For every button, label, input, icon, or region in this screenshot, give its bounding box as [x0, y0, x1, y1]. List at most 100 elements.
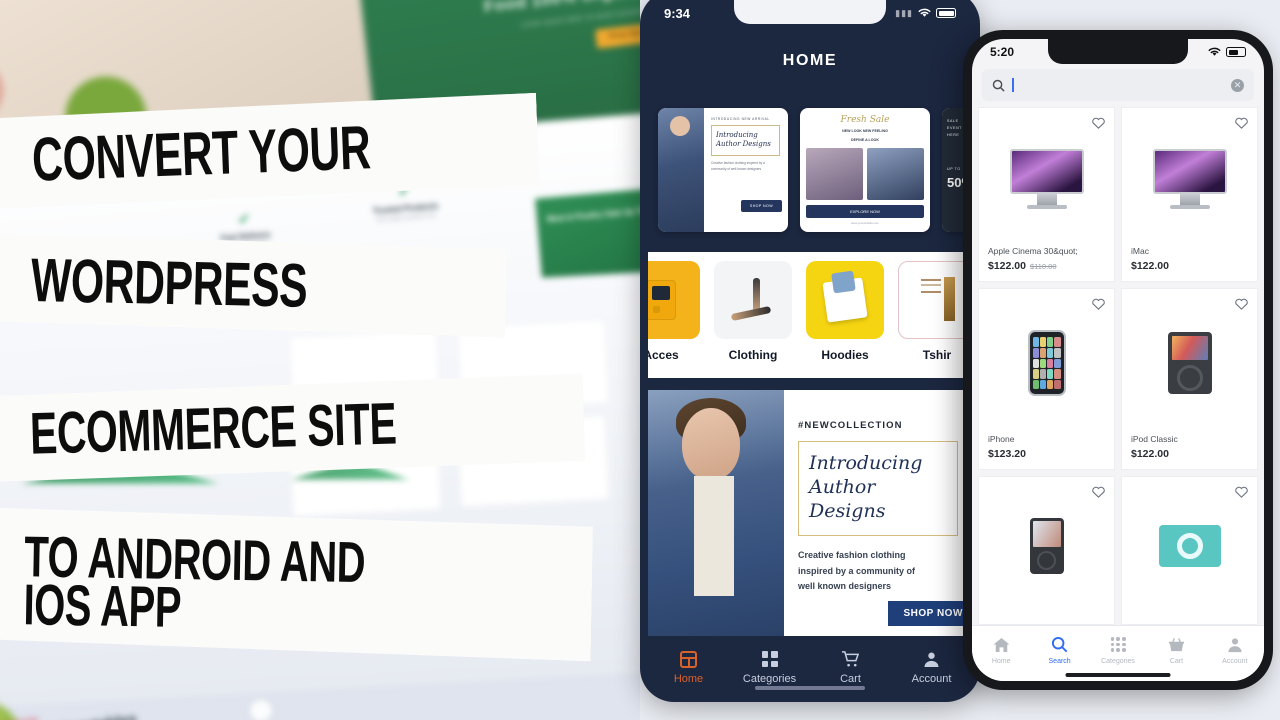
search-input[interactable]	[1020, 79, 1224, 91]
banner-body-line1: Creative fashion clothing	[798, 550, 906, 561]
nav-label: Categories	[1101, 657, 1135, 665]
tshirt-icon	[898, 261, 972, 339]
nav-label: Search	[1048, 657, 1071, 665]
heart-icon[interactable]	[1234, 115, 1249, 130]
product-card[interactable]: Apple Cinema 30&quot; $122.00 $110.00	[978, 107, 1115, 283]
heart-icon[interactable]	[1234, 296, 1249, 311]
price-current: $122.00	[988, 260, 1026, 273]
product-price: $122.00	[1131, 448, 1248, 460]
promo-card[interactable]: Fresh Sale NEW LOOK NEW FEELING DEFINE A…	[800, 108, 930, 232]
category-label: Acces	[648, 348, 679, 362]
nav-label: Cart	[1169, 657, 1184, 665]
headline-band-4: TO ANDROID AND IOS APP	[0, 503, 593, 662]
promo-shop-button[interactable]: SHOP NOW	[740, 200, 782, 212]
promo-carousel[interactable]: INTRODUCING NEW ARRIVAL Introducing Auth…	[648, 108, 972, 236]
nav-item-account[interactable]: Account	[891, 649, 972, 685]
product-image	[1131, 116, 1248, 242]
product-card[interactable]	[978, 475, 1115, 625]
product-image	[988, 485, 1105, 607]
clear-icon[interactable]: ✕	[1231, 78, 1244, 92]
bg-bottom-promo: ORGANIC FOOD Farm Fresh Vegetables Food …	[0, 704, 140, 720]
banner-kicker: #NEWCOLLECTION	[798, 420, 903, 431]
product-image	[1131, 485, 1248, 607]
promo-images	[806, 148, 924, 201]
nav-item-home[interactable]: Home	[972, 635, 1030, 665]
home-icon	[972, 635, 1030, 655]
product-card[interactable]: iPod Classic $122.00	[1121, 288, 1258, 470]
phone-mockup-right: 5:20 ✕ Apple Cinema 30&quot; $122.00 $11…	[963, 30, 1273, 690]
heart-icon[interactable]	[1091, 484, 1106, 499]
promo-photo	[658, 108, 704, 232]
category-strip[interactable]: Acces Clothing Hoodies Tshir	[648, 252, 972, 378]
search-icon	[992, 79, 1005, 92]
person-icon	[891, 649, 972, 669]
promo-script-line1: Introducing	[716, 131, 758, 139]
category-item-clothing[interactable]: Clothing	[714, 261, 792, 362]
price-current: $123.20	[988, 447, 1026, 460]
headline-line-3: ECOMMERCE SITE	[29, 391, 398, 468]
product-price: $123.20	[988, 448, 1105, 460]
battery-icon	[1226, 47, 1246, 57]
screenshot-root: greenmart Shop Pages Farm Fresh Vegetabl…	[0, 0, 1280, 720]
text-cursor	[1012, 78, 1014, 92]
hero-banner[interactable]: #NEWCOLLECTION Introducing Author Design…	[648, 390, 972, 636]
category-item-acces[interactable]: Acces	[648, 261, 700, 362]
promo-footer: www.yourwebsite.com	[851, 221, 879, 226]
shop-now-button[interactable]: SHOP NOW ›	[887, 601, 972, 626]
price-old: $110.00	[1029, 262, 1057, 272]
promo-sub-line2: DEFINE A LOOK	[851, 138, 879, 143]
search-bar[interactable]: ✕	[982, 69, 1254, 101]
promo-explore-button[interactable]: EXPLORE NOW	[806, 205, 924, 219]
product-grid[interactable]: Apple Cinema 30&quot; $122.00 $110.00 iMa…	[972, 107, 1264, 625]
heart-icon[interactable]	[1234, 484, 1249, 499]
nav-label: Cart	[840, 673, 861, 685]
category-label: Clothing	[728, 348, 778, 362]
left-headline-panel: greenmart Shop Pages Farm Fresh Vegetabl…	[0, 0, 640, 720]
nav-item-cart[interactable]: Cart	[810, 649, 891, 685]
headline-line-2: WORDPRESS	[30, 244, 309, 321]
page-title: HOME	[782, 52, 838, 69]
bg-carousel-dot-button	[250, 700, 272, 720]
promo-script: Introducing Author Designs	[711, 125, 780, 156]
promo-kicker: INTRODUCING NEW ARRIVAL	[711, 117, 770, 121]
banner-body-line2: inspired by a community of	[798, 565, 916, 576]
banner-script-box: Introducing Author Designs	[798, 441, 958, 537]
banner-script-line1: Introducing	[809, 452, 923, 474]
nav-item-account[interactable]: Account	[1206, 635, 1264, 665]
nav-item-search[interactable]: Search	[1030, 635, 1088, 665]
category-item-tshirt[interactable]: Tshir	[898, 261, 972, 362]
headline-line-1: CONVERT YOUR	[30, 112, 372, 195]
heart-icon[interactable]	[1091, 296, 1106, 311]
category-label: Tshir	[922, 348, 952, 362]
status-bar: 9:34 ▮▮▮	[648, 0, 972, 26]
price-current: $122.00	[1131, 447, 1169, 460]
product-card[interactable]: iPhone $123.20	[978, 288, 1115, 470]
nav-item-categories[interactable]: Categories	[729, 649, 810, 685]
home-icon	[648, 649, 729, 669]
nav-item-home[interactable]: Home	[648, 649, 729, 685]
signal-icon: ▮▮▮	[895, 7, 913, 18]
banner-photo-face	[682, 408, 740, 480]
promo-script-line2: Author Designs	[716, 140, 771, 149]
banner-script-line2: Author Designs	[809, 475, 886, 522]
grid-icon	[729, 649, 810, 669]
phone-notch	[1048, 39, 1188, 64]
nav-item-cart[interactable]: Cart	[1147, 635, 1205, 665]
heart-icon[interactable]	[1091, 115, 1106, 130]
promo-card[interactable]: INTRODUCING NEW ARRIVAL Introducing Auth…	[658, 108, 788, 232]
nav-label: Home	[673, 673, 704, 685]
product-card[interactable]	[1121, 475, 1258, 625]
gameboy-icon	[648, 261, 700, 339]
product-name: iPod Classic	[1131, 433, 1178, 444]
home-indicator	[1065, 673, 1171, 677]
battery-icon	[936, 8, 956, 18]
product-price: $122.00 $110.00	[988, 260, 1105, 272]
hair-straightener-icon	[714, 261, 792, 339]
category-item-hoodies[interactable]: Hoodies	[806, 261, 884, 362]
nav-item-categories[interactable]: Categories	[1089, 635, 1147, 665]
phone-screen-center: 9:34 ▮▮▮ HOME INTRODUCING NEW ARRIVAL In…	[648, 0, 972, 694]
product-name: Apple Cinema 30&quot;	[988, 246, 1078, 257]
banner-body-line3: well known designers	[798, 581, 892, 592]
cart-icon	[810, 649, 891, 669]
product-card[interactable]: iMac $122.00	[1121, 107, 1258, 283]
